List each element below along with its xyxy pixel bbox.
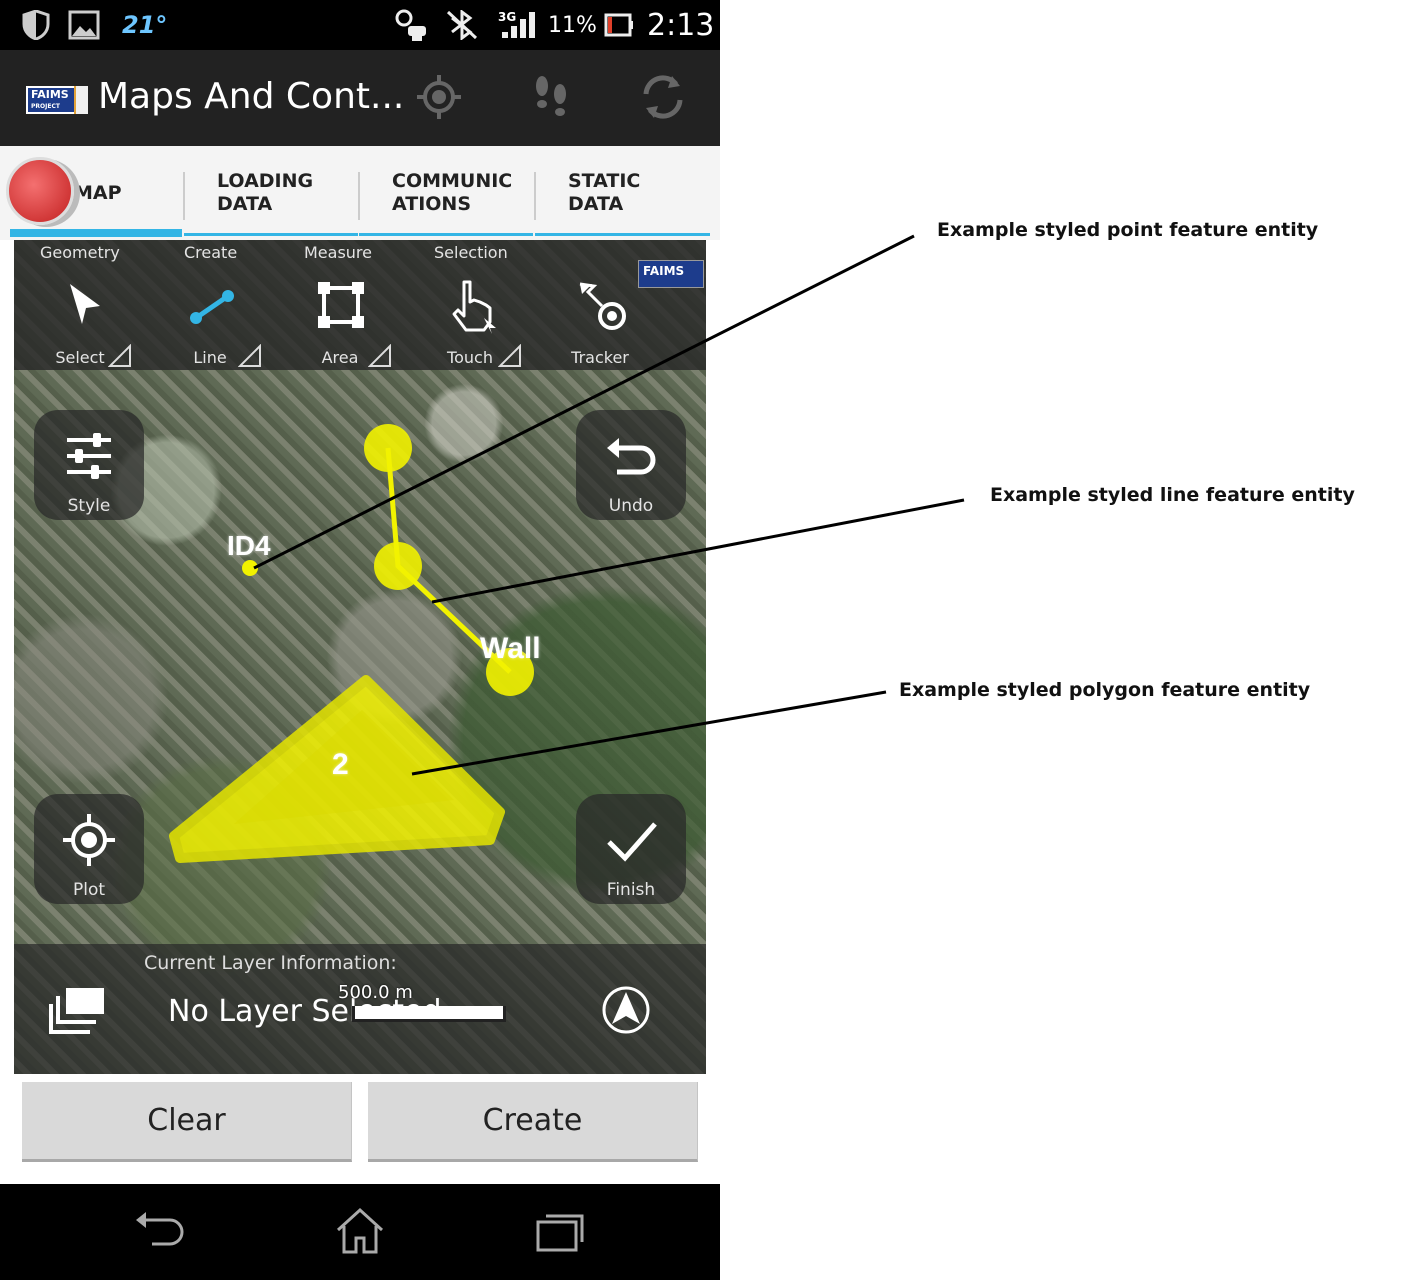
usb-debug-icon — [395, 9, 426, 41]
line-vertex[interactable] — [374, 542, 422, 590]
signal-icon — [502, 12, 535, 38]
status-bar: 21° 3G 11% 2:13 — [0, 0, 720, 50]
logo-strip — [74, 86, 88, 114]
checkmark-icon — [607, 822, 657, 862]
gps-target-icon[interactable] — [414, 72, 464, 122]
create-button[interactable]: Create — [368, 1082, 698, 1162]
tab-static-data-line2: DATA — [568, 193, 624, 215]
avatar[interactable] — [6, 157, 74, 225]
shield-icon — [22, 10, 50, 40]
tool-tracker[interactable]: Tracker — [540, 274, 660, 370]
polygon-annotation-text: Example styled polygon feature entity — [899, 679, 1311, 701]
scale-label: 500.0 m — [338, 982, 413, 1003]
action-bar: FAIMS PROJECT Maps And Cont... — [0, 50, 720, 146]
tool-line[interactable]: Line — [150, 274, 270, 370]
battery-icon — [604, 13, 633, 37]
home-icon[interactable] — [332, 1206, 388, 1256]
tab-communications-line2: ATIONS — [392, 193, 471, 215]
sync-icon[interactable] — [638, 72, 688, 122]
tracker-icon — [579, 282, 626, 330]
style-button[interactable]: Style — [34, 410, 144, 520]
sliders-icon — [67, 433, 111, 479]
tab-static-data[interactable]: STATIC DATA — [568, 146, 708, 240]
map-toolbar: Geometry Create Measure Selection FAIMS … — [14, 240, 706, 370]
toolbar-category-create: Create — [184, 243, 238, 262]
screenshot-stage: 21° 3G 11% 2:13 FAIMS PROJECT Maps And C… — [0, 0, 1412, 1280]
undo-icon — [607, 438, 656, 475]
tab-map-indicator — [10, 229, 182, 237]
point-feature-label: ID4 — [227, 530, 271, 561]
line-segment-icon — [190, 290, 234, 324]
tab-divider — [534, 172, 536, 220]
expand-corner-icon — [368, 344, 391, 367]
point-feature[interactable] — [242, 560, 258, 576]
app-title: Maps And Cont... — [98, 76, 405, 117]
plot-button[interactable]: Plot — [34, 794, 144, 904]
tab-divider — [358, 172, 360, 220]
expand-corner-icon — [108, 344, 131, 367]
phone-screen: 21° 3G 11% 2:13 FAIMS PROJECT Maps And C… — [0, 0, 720, 1280]
polygon-feature-label: 2 — [332, 748, 349, 781]
hand-pointer-icon — [452, 280, 496, 334]
compass-icon[interactable] — [600, 984, 652, 1036]
back-icon[interactable] — [132, 1206, 188, 1256]
layer-info-bar: Current Layer Information: No Layer Sele… — [14, 944, 706, 1074]
clock-text: 2:13 — [647, 7, 715, 43]
finish-button[interactable]: Finish — [576, 794, 686, 904]
bluetooth-off-icon — [446, 10, 478, 40]
toolbar-category-measure: Measure — [304, 243, 372, 262]
plot-button-label: Plot — [72, 880, 106, 900]
tab-bar: MAP LOADING DATA COMMUNIC ATIONS STATIC DAT… — [0, 146, 720, 240]
tab-map[interactable]: MAP — [74, 146, 184, 240]
tool-tracker-label: Tracker — [571, 348, 629, 367]
layers-icon[interactable] — [48, 986, 108, 1036]
tab-loading-data[interactable]: LOADING DATA — [217, 146, 357, 240]
logo-text: FAIMS — [31, 88, 69, 101]
expand-corner-icon — [498, 344, 521, 367]
logo-subtext: PROJECT — [31, 103, 60, 110]
toolbar-category-selection: Selection — [434, 243, 508, 262]
tab-communications[interactable]: COMMUNIC ATIONS — [392, 146, 532, 240]
arrow-cursor-icon — [70, 284, 100, 324]
faims-logo: FAIMS PROJECT — [26, 86, 88, 114]
line-vertex[interactable] — [364, 424, 412, 472]
finish-button-label: Finish — [606, 880, 656, 900]
tab-loading-data-line1: LOADING — [217, 170, 314, 192]
tab-communications-underline — [359, 233, 533, 236]
temperature-text: 21° — [122, 11, 168, 39]
gallery-icon — [68, 10, 100, 40]
navigation-bar — [0, 1184, 720, 1280]
tab-communications-line1: COMMUNIC — [392, 170, 513, 192]
tab-static-data-line1: STATIC — [568, 170, 641, 192]
undo-button[interactable]: Undo — [576, 410, 686, 520]
footsteps-icon[interactable] — [526, 72, 576, 122]
tool-select[interactable]: Select — [20, 274, 140, 370]
battery-percent-text: 11% — [548, 12, 597, 38]
expand-corner-icon — [238, 344, 261, 367]
scale-bar — [352, 1006, 506, 1022]
clear-button[interactable]: Clear — [22, 1082, 352, 1162]
tab-loading-data-underline — [184, 233, 358, 236]
layer-info-heading: Current Layer Information: — [144, 952, 397, 974]
tab-map-label: MAP — [74, 181, 122, 204]
area-square-icon — [318, 282, 364, 328]
undo-button-label: Undo — [608, 496, 654, 516]
tab-static-data-underline — [535, 233, 710, 236]
tab-loading-data-line2: DATA — [217, 193, 273, 215]
tool-area[interactable]: Area — [280, 274, 400, 370]
line-annotation-text: Example styled line feature entity — [990, 484, 1355, 506]
toolbar-category-geometry: Geometry — [40, 243, 120, 262]
map-view[interactable]: ID4 Wall 2 Geometry Create Measure Selec… — [14, 240, 706, 1074]
line-feature-label: Wall — [480, 632, 541, 665]
style-button-label: Style — [67, 496, 111, 516]
crosshair-icon — [63, 814, 115, 866]
tab-divider — [183, 172, 185, 220]
tool-touch[interactable]: Touch — [410, 274, 530, 370]
point-annotation-text: Example styled point feature entity — [937, 219, 1319, 241]
recent-apps-icon[interactable] — [532, 1206, 588, 1256]
